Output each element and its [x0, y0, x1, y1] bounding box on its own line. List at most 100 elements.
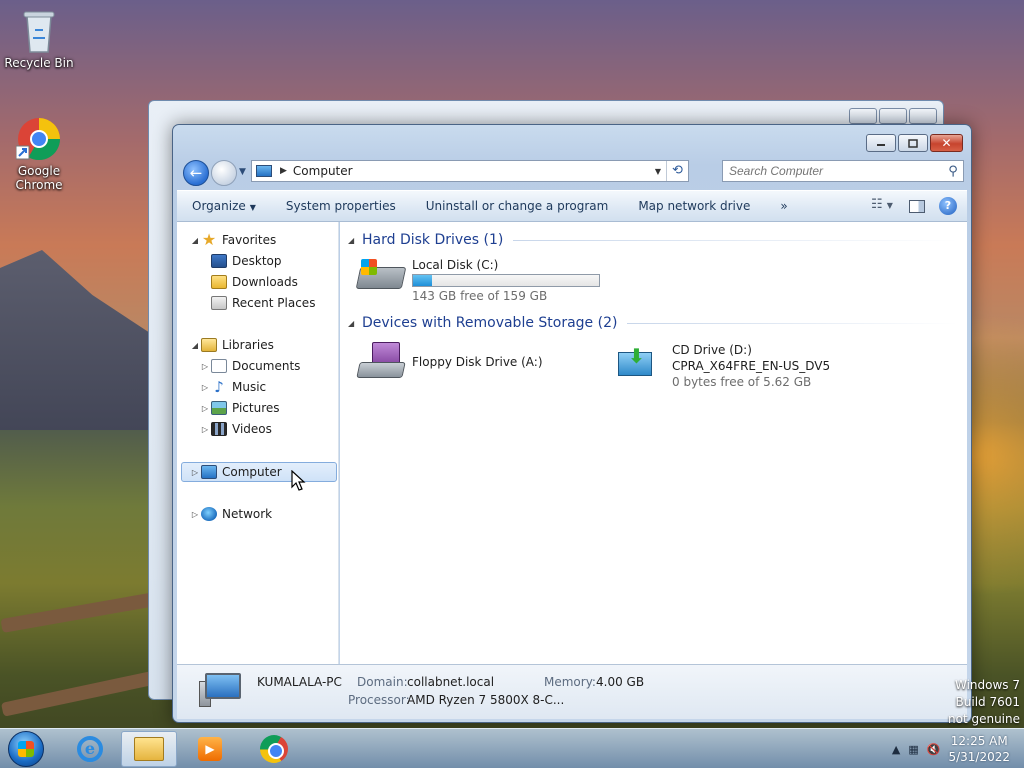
collapse-group-icon[interactable]: ◢	[348, 319, 362, 328]
tree-music[interactable]: ▷ ♪ Music	[199, 377, 266, 397]
taskbar-chrome[interactable]	[246, 731, 302, 767]
uninstall-program-button[interactable]: Uninstall or change a program	[411, 199, 624, 213]
refresh-button[interactable]: ⟲	[666, 161, 688, 181]
more-commands-button[interactable]: »	[765, 199, 802, 213]
bg-close-button[interactable]	[909, 108, 937, 124]
bg-minimize-button[interactable]	[849, 108, 877, 124]
watermark-line-2: Build 7601	[955, 695, 1020, 709]
tree-documents[interactable]: ▷ Documents	[199, 356, 300, 376]
chrome-icon	[16, 118, 61, 161]
floppy-drive-shape	[356, 362, 406, 378]
taskbar-media-player[interactable]: ▶	[182, 731, 238, 767]
search-icon[interactable]: ⚲	[943, 164, 963, 179]
collapse-arrow-icon[interactable]: ▷	[199, 362, 211, 371]
floppy-name: Floppy Disk Drive (A:)	[412, 355, 543, 369]
start-button[interactable]	[4, 729, 48, 768]
address-bar[interactable]: ▶ Computer ▼ ⟲	[251, 160, 689, 182]
drive-cd-d[interactable]: ⬇ CD Drive (D:) CPRA_X64FRE_EN-US_DV5 0 …	[618, 342, 830, 390]
details-pane: KUMALALA-PC Domain: collabnet.local Memo…	[177, 664, 967, 719]
notification-area: ▲ ▦ 🔇 12:25 AM 5/31/2022	[892, 729, 1024, 768]
bg-maximize-button[interactable]	[879, 108, 907, 124]
collapse-group-icon[interactable]: ◢	[348, 236, 362, 245]
clock-date: 5/31/2022	[948, 750, 1010, 764]
group-header-removable[interactable]: ◢ Devices with Removable Storage (2)	[348, 313, 958, 333]
close-icon: ✕	[941, 136, 952, 150]
processor-label: Processor:	[348, 693, 410, 707]
change-view-button[interactable]: ☷ ▼	[871, 197, 895, 215]
pc-name: KUMALALA-PC	[257, 675, 342, 689]
cd-name: CD Drive (D:)	[672, 343, 752, 357]
navigation-bar: ← ▼ ▶ Computer ▼ ⟲ ⚲	[181, 158, 965, 186]
show-hidden-icons-button[interactable]: ▲	[892, 743, 900, 756]
minimize-button[interactable]	[866, 134, 896, 152]
back-button[interactable]: ←	[183, 160, 209, 186]
expand-arrow-icon[interactable]: ◢	[189, 341, 201, 350]
tree-computer[interactable]: ▷ Computer	[189, 462, 282, 482]
chrome-icon	[260, 735, 288, 763]
tree-favorites[interactable]: ◢ ★ Favorites	[189, 230, 276, 250]
minimize-icon	[877, 144, 885, 146]
tree-recent-places[interactable]: Recent Places	[211, 293, 315, 313]
window-controls: ✕	[866, 134, 963, 152]
maximize-button[interactable]	[898, 134, 928, 152]
chevron-down-icon: ▼	[249, 203, 256, 212]
tree-pictures[interactable]: ▷ Pictures	[199, 398, 280, 418]
forward-button[interactable]	[211, 160, 237, 186]
recycle-bin-label: Recycle Bin	[4, 56, 74, 70]
search-input[interactable]	[723, 164, 943, 178]
network-tray-icon[interactable]: ▦	[908, 743, 918, 756]
domain-value: collabnet.local	[407, 675, 495, 689]
desktop-icon-recycle-bin[interactable]: Recycle Bin	[1, 8, 77, 70]
breadcrumb-separator-icon[interactable]: ▶	[280, 166, 287, 176]
removable-storage-title: Devices with Removable Storage (2)	[362, 315, 618, 331]
cd-volume-label: CPRA_X64FRE_EN-US_DV5	[672, 359, 831, 373]
tree-libraries[interactable]: ◢ Libraries	[189, 335, 274, 355]
help-icon[interactable]: ?	[939, 197, 957, 215]
pc-screen-shape	[205, 673, 241, 699]
drive-c-usage-bar	[412, 274, 600, 287]
tree-downloads[interactable]: Downloads	[211, 272, 298, 292]
collapse-arrow-icon[interactable]: ▷	[189, 468, 201, 477]
windows-logo-icon	[18, 741, 34, 757]
group-divider	[513, 239, 958, 241]
tree-network[interactable]: ▷ Network	[189, 504, 272, 524]
search-box[interactable]: ⚲	[722, 160, 964, 182]
system-properties-button[interactable]: System properties	[271, 199, 411, 213]
organize-button[interactable]: Organize ▼	[177, 199, 271, 213]
chrome-label-line1: Google	[17, 164, 61, 178]
tree-desktop-label: Desktop	[232, 254, 282, 268]
watermark-line-1: Windows 7	[954, 678, 1020, 692]
tree-desktop[interactable]: Desktop	[211, 251, 282, 271]
navigation-pane: ◢ ★ Favorites Desktop Downloads Recent P…	[177, 222, 339, 664]
windows-watermark: Windows 7 Build 7601 not genuine	[948, 677, 1020, 728]
address-location[interactable]: Computer	[293, 164, 650, 178]
volume-muted-icon[interactable]: 🔇	[927, 743, 941, 756]
system-clock[interactable]: 12:25 AM 5/31/2022	[948, 733, 1010, 765]
address-dropdown-icon[interactable]: ▼	[650, 167, 666, 176]
collapse-arrow-icon[interactable]: ▷	[199, 425, 211, 434]
collapse-arrow-icon[interactable]: ▷	[199, 404, 211, 413]
libraries-icon	[201, 338, 217, 352]
taskbar-windows-explorer[interactable]	[121, 731, 177, 767]
collapse-arrow-icon[interactable]: ▷	[199, 383, 211, 392]
tree-recent-places-label: Recent Places	[232, 296, 316, 310]
recent-pages-button[interactable]: ▼	[239, 167, 246, 177]
cd-free-space: 0 bytes free of 5.62 GB	[672, 375, 812, 389]
taskbar-internet-explorer[interactable]: e	[62, 731, 118, 767]
expand-arrow-icon[interactable]: ◢	[189, 236, 201, 245]
tree-videos[interactable]: ▷ Videos	[199, 419, 272, 439]
desktop-icon-google-chrome[interactable]: Google Chrome	[1, 116, 77, 192]
cd-drive-icon: ⬇	[618, 342, 666, 378]
recycle-bin-icon	[23, 11, 55, 53]
map-network-drive-button[interactable]: Map network drive	[623, 199, 765, 213]
collapse-arrow-icon[interactable]: ▷	[189, 510, 201, 519]
drive-local-disk-c[interactable]: Local Disk (C:) 143 GB free of 159 GB	[355, 257, 600, 304]
drive-floppy-a[interactable]: Floppy Disk Drive (A:)	[356, 342, 543, 378]
hard-disks-title: Hard Disk Drives (1)	[362, 232, 504, 248]
preview-pane-icon[interactable]	[909, 199, 925, 213]
tree-libraries-label: Libraries	[222, 338, 274, 352]
view-controls: ☷ ▼ ?	[871, 197, 957, 215]
group-header-hard-disks[interactable]: ◢ Hard Disk Drives (1)	[348, 230, 958, 250]
close-button[interactable]: ✕	[930, 134, 963, 152]
explorer-window: ✕ ← ▼ ▶ Computer ▼ ⟲ ⚲ Organize▼ System …	[172, 124, 972, 723]
